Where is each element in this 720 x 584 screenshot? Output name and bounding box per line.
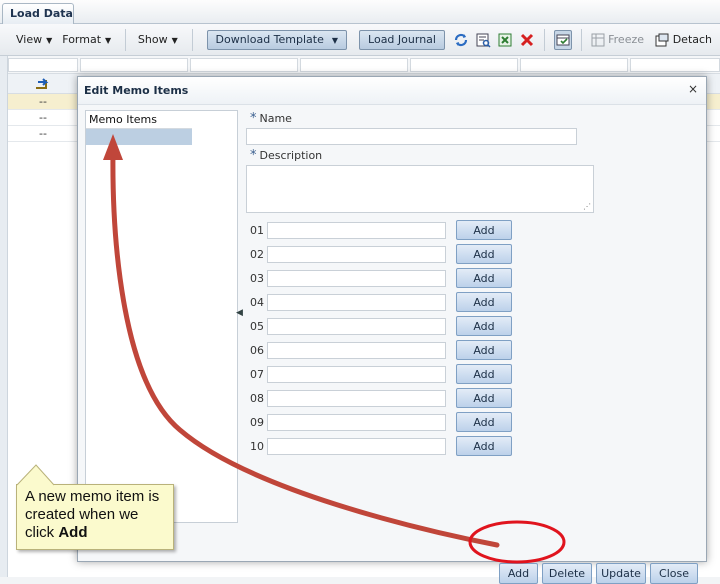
dialog-header: Edit Memo Items × (78, 77, 706, 105)
description-input[interactable]: ⋰ (246, 165, 594, 213)
memo-row-add-button[interactable]: Add (456, 268, 512, 288)
callout-fold (16, 464, 55, 486)
grid-header-cell (300, 58, 408, 72)
row-value: -- (39, 111, 47, 124)
dialog-title: Edit Memo Items (84, 84, 189, 97)
caret-down-icon: ▼ (171, 36, 178, 45)
memo-row-add-button[interactable]: Add (456, 340, 512, 360)
memo-row-number: 01 (250, 224, 264, 237)
required-marker: * (250, 111, 257, 126)
caret-down-icon: ▼ (105, 36, 112, 45)
required-marker: * (250, 148, 257, 163)
query-icon[interactable] (553, 29, 572, 50)
description-label: * Description (250, 148, 323, 163)
grid-header-cell (8, 58, 78, 72)
row-value: -- (39, 127, 47, 140)
close-icon[interactable]: × (688, 82, 698, 96)
memo-row-add-button[interactable]: Add (456, 244, 512, 264)
load-journal-button[interactable]: Load Journal (359, 29, 445, 50)
freeze-button: Freeze (608, 33, 645, 46)
memo-row-number: 07 (250, 368, 264, 381)
grid-header-cell (190, 58, 298, 72)
import-icon[interactable] (34, 76, 50, 95)
close-button[interactable]: Close (650, 563, 698, 584)
update-button[interactable]: Update (596, 563, 646, 584)
callout-text-bold: Add (58, 524, 88, 541)
memo-row-input[interactable] (267, 318, 446, 335)
memo-row-add-button[interactable]: Add (456, 436, 512, 456)
grid-header-cell (80, 58, 188, 72)
name-label: * Name (250, 111, 292, 126)
memo-row-add-button[interactable]: Add (456, 220, 512, 240)
add-button[interactable]: Add (499, 563, 538, 584)
memo-row-input[interactable] (267, 294, 446, 311)
memo-row-input[interactable] (267, 246, 446, 263)
memo-row-number: 04 (250, 296, 264, 309)
toolbar-separator (580, 28, 582, 51)
delete-button[interactable]: Delete (542, 563, 592, 584)
callout-text: A new memo item is created when we click (25, 488, 160, 541)
memo-items-list: Memo Items (85, 110, 238, 523)
memo-row-number: 09 (250, 416, 264, 429)
tab-load-data[interactable]: Load Data (2, 3, 74, 24)
panel-splitter[interactable]: ◀ (236, 305, 243, 325)
detach-icon[interactable] (655, 30, 670, 50)
name-input[interactable] (246, 128, 577, 145)
caret-down-icon: ▼ (46, 36, 53, 45)
collapse-left-icon[interactable]: ◀ (236, 308, 243, 318)
memo-row-add-button[interactable]: Add (456, 316, 512, 336)
show-menu[interactable]: Show ▼ (132, 33, 186, 46)
download-template-button[interactable]: Download Template ▼ (206, 29, 348, 50)
memo-row-input[interactable] (267, 438, 446, 455)
inspect-icon[interactable] (475, 30, 491, 50)
memo-row-input[interactable] (267, 270, 446, 287)
row-value: -- (39, 95, 47, 108)
grid-header-cell (630, 58, 720, 72)
memo-row-input[interactable] (267, 366, 446, 383)
memo-row-input[interactable] (267, 222, 446, 239)
caret-down-icon: ▼ (331, 35, 339, 45)
memo-items-list-header: Memo Items (86, 111, 192, 129)
grid-header-cell (520, 58, 628, 72)
memo-row-add-button[interactable]: Add (456, 388, 512, 408)
memo-row-input[interactable] (267, 342, 446, 359)
grid-header (8, 56, 720, 74)
memo-row-number: 02 (250, 248, 264, 261)
grid-header-cell (410, 58, 518, 72)
toolbar-separator (125, 28, 126, 51)
annotation-callout: A new memo item is created when we click… (16, 484, 174, 550)
memo-row-number: 10 (250, 440, 264, 453)
delete-icon[interactable] (519, 30, 535, 50)
resize-grip-icon[interactable]: ⋰ (583, 202, 591, 211)
excel-export-icon[interactable] (497, 30, 513, 50)
toolbar-separator (543, 28, 545, 51)
memo-row-add-button[interactable]: Add (456, 412, 512, 432)
format-menu[interactable]: Format ▼ (60, 33, 119, 46)
toolbar-separator (191, 28, 193, 51)
refresh-icon[interactable] (453, 30, 469, 50)
memo-row-input[interactable] (267, 390, 446, 407)
memo-list-item-selected[interactable] (86, 129, 192, 145)
memo-row-number: 06 (250, 344, 264, 357)
memo-row-number: 05 (250, 320, 264, 333)
freeze-icon (590, 30, 605, 50)
detach-button[interactable]: Detach (673, 33, 712, 46)
memo-row-add-button[interactable]: Add (456, 364, 512, 384)
memo-row-number: 08 (250, 392, 264, 405)
view-menu[interactable]: View ▼ (4, 33, 60, 46)
left-panel-strip (0, 56, 8, 577)
memo-row-input[interactable] (267, 414, 446, 431)
memo-row-number: 03 (250, 272, 264, 285)
toolbar: View ▼ Format ▼ Show ▼ Download Template ▼ L… (0, 24, 720, 56)
memo-row-add-button[interactable]: Add (456, 292, 512, 312)
tab-strip: Load Data (0, 0, 720, 24)
